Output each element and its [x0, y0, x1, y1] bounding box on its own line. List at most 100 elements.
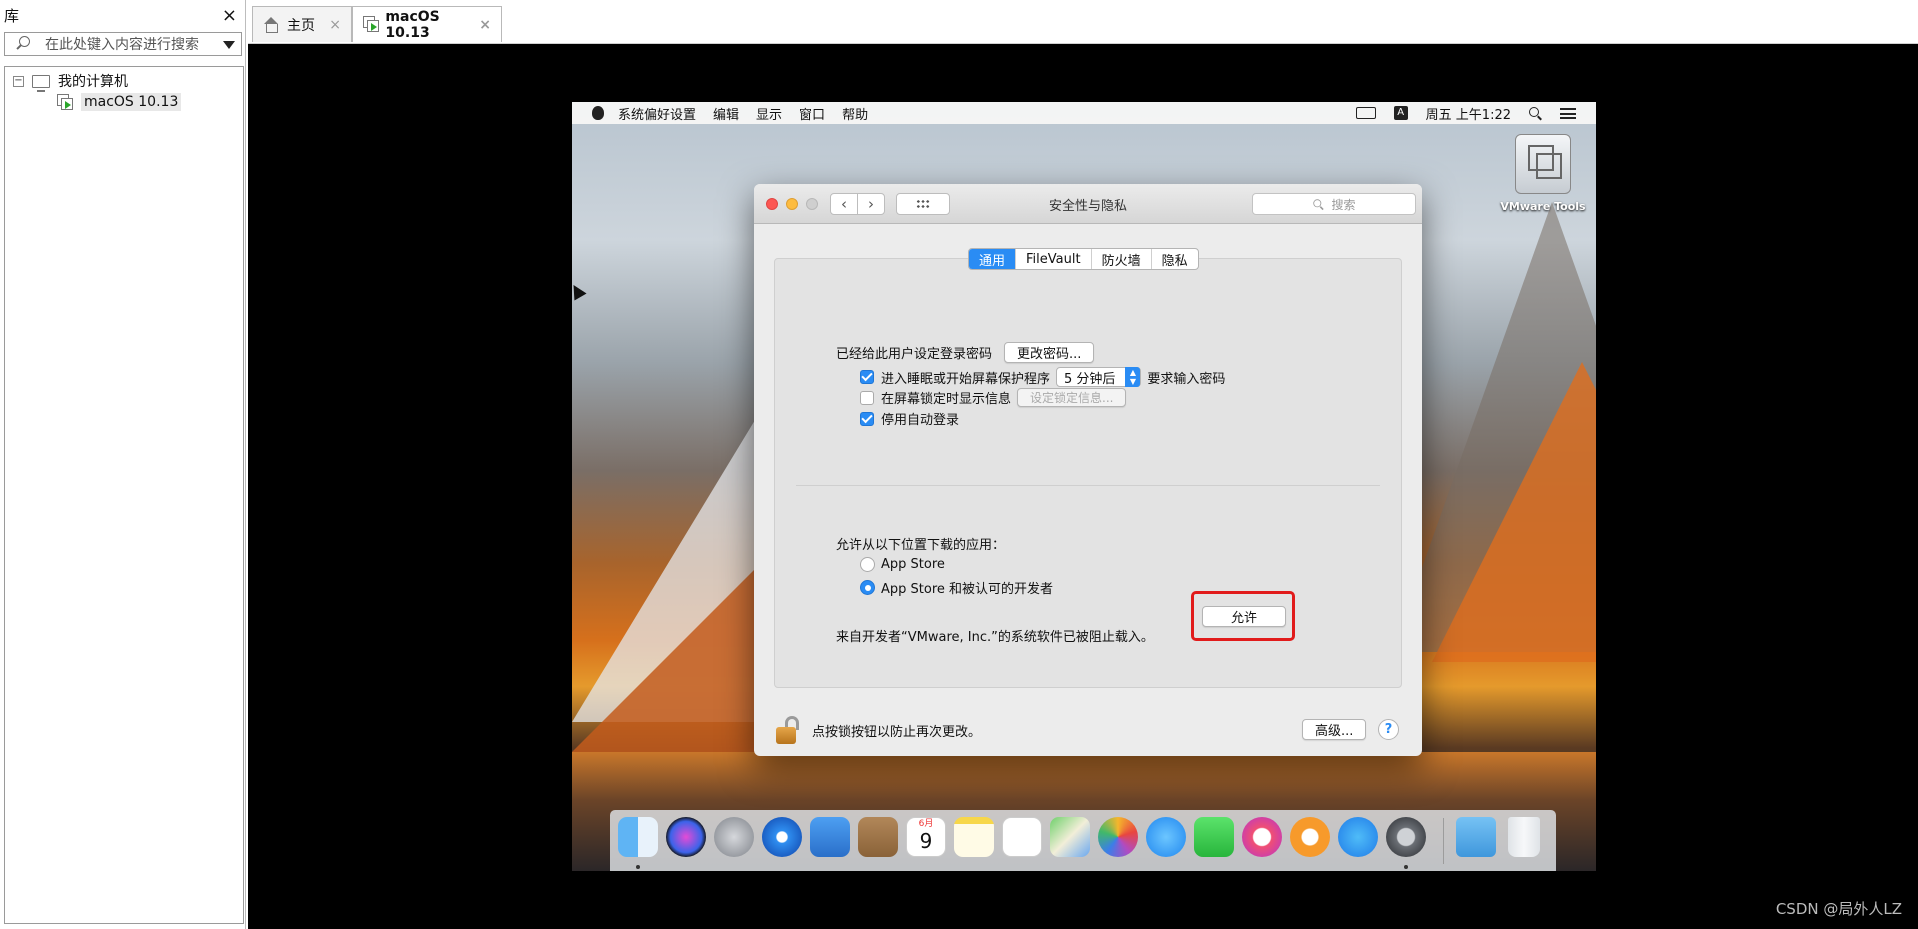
- menu-clock[interactable]: 周五 上午1:22: [1426, 104, 1511, 123]
- maps-icon[interactable]: [1050, 817, 1090, 857]
- search-icon: [15, 36, 31, 52]
- tab-privacy[interactable]: 隐私: [1152, 249, 1198, 269]
- search-icon: [1313, 198, 1324, 209]
- tree-item-label: macOS 10.13: [81, 93, 182, 111]
- dock: 6月 9: [610, 810, 1556, 871]
- allow-apps-label: 允许从以下位置下载的应用：: [836, 538, 1006, 553]
- tab-general[interactable]: 通用: [969, 249, 1017, 269]
- change-password-button[interactable]: 更改密码...: [1004, 342, 1095, 363]
- popup-arrows-icon: ▲ ▼: [1125, 367, 1141, 387]
- tree-item-label: 我的计算机: [58, 74, 128, 90]
- library-header: 库 ×: [0, 0, 245, 30]
- trash-icon[interactable]: [1508, 817, 1540, 857]
- library-close-button[interactable]: ×: [222, 5, 237, 26]
- prefs-search-input[interactable]: 搜索: [1252, 193, 1416, 215]
- radio-app-store-identified[interactable]: [860, 580, 875, 595]
- library-search-input[interactable]: 在此处键入内容进行搜索: [4, 32, 242, 56]
- library-title: 库: [4, 6, 20, 25]
- help-button[interactable]: ?: [1378, 719, 1399, 740]
- itunes-icon[interactable]: [1242, 817, 1282, 857]
- spotlight-icon[interactable]: [1529, 106, 1542, 120]
- notification-center-icon[interactable]: [1560, 107, 1576, 119]
- tree-item-my-computer[interactable]: − 我的计算机: [13, 71, 128, 92]
- wallpaper-shape: [1432, 362, 1596, 662]
- advanced-button[interactable]: 高级...: [1302, 719, 1367, 740]
- macos-desktop[interactable]: 系统偏好设置 编辑 显示 窗口 帮助 A 周五 上午1:22 VMware To…: [572, 102, 1596, 871]
- downloads-icon[interactable]: [1456, 817, 1496, 857]
- require-password-label: 进入睡眠或开始屏幕保护程序: [881, 371, 1051, 387]
- vm-running-icon: [363, 16, 379, 33]
- set-lock-message-button[interactable]: 设定锁定信息...: [1017, 388, 1127, 407]
- vm-running-icon: [57, 93, 74, 111]
- launchpad-icon[interactable]: [714, 817, 754, 857]
- library-panel: 库 × 在此处键入内容进行搜索 − 我的计算机 macOS 10.13: [0, 0, 246, 929]
- facetime-icon[interactable]: [1194, 817, 1234, 857]
- contacts-icon[interactable]: [858, 817, 898, 857]
- password-set-label: 已经给此用户设定登录密码: [836, 347, 993, 362]
- messages-icon[interactable]: [1146, 817, 1186, 857]
- notes-icon[interactable]: [954, 817, 994, 857]
- running-indicator: [636, 865, 640, 869]
- calendar-icon[interactable]: 6月 9: [906, 817, 946, 857]
- require-password-delay-select[interactable]: 5 分钟后 ▲ ▼: [1056, 367, 1142, 387]
- security-privacy-window: ‹ › 安全性与隐私 搜索 通用 FileVault 防火墙 隐私 已经给此用户…: [754, 184, 1422, 756]
- disable-autologin-checkbox[interactable]: [860, 411, 874, 426]
- safari-icon[interactable]: [762, 817, 802, 857]
- menu-window[interactable]: 窗口: [799, 104, 825, 123]
- collapse-icon[interactable]: −: [13, 75, 24, 87]
- window-titlebar[interactable]: ‹ › 安全性与隐私 搜索: [754, 184, 1422, 224]
- display-mirroring-icon[interactable]: [1355, 107, 1376, 119]
- lock-text: 点按锁按钮以防止再次更改。: [812, 724, 982, 740]
- require-password-suffix: 要求输入密码: [1147, 371, 1226, 387]
- menu-edit[interactable]: 编辑: [713, 104, 739, 123]
- mac-menu-bar: 系统偏好设置 编辑 显示 窗口 帮助 A 周五 上午1:22: [572, 102, 1596, 124]
- search-dropdown-icon[interactable]: [223, 41, 235, 49]
- general-pane: [774, 258, 1402, 688]
- apple-icon[interactable]: [592, 106, 604, 120]
- calendar-month: 6月: [918, 819, 934, 829]
- allow-button[interactable]: 允许: [1202, 606, 1286, 627]
- running-indicator: [1404, 865, 1408, 869]
- disk-image-icon: [1515, 134, 1571, 194]
- library-search-placeholder: 在此处键入内容进行搜索: [45, 37, 199, 53]
- lock-icon[interactable]: [776, 716, 802, 744]
- show-message-checkbox[interactable]: [860, 390, 874, 405]
- tree-item-macos[interactable]: macOS 10.13: [57, 93, 182, 111]
- dock-separator: [1443, 818, 1444, 864]
- calendar-day: 9: [919, 829, 933, 853]
- radio-app-store-identified-label: App Store 和被认可的开发者: [881, 582, 1054, 597]
- radio-app-store[interactable]: [860, 557, 875, 572]
- watermark-text: CSDN @局外人LZ: [1775, 900, 1902, 918]
- section-divider: [796, 485, 1380, 486]
- window-bottom-bar: 点按锁按钮以防止再次更改。 高级... ?: [754, 704, 1422, 756]
- menu-view[interactable]: 显示: [756, 104, 782, 123]
- prefs-tab-control: 通用 FileVault 防火墙 隐私: [968, 248, 1199, 270]
- system-preferences-icon[interactable]: [1386, 817, 1426, 857]
- show-message-label: 在屏幕锁定时显示信息: [881, 392, 1012, 407]
- tab-firewall[interactable]: 防火墙: [1092, 249, 1152, 269]
- tab-home[interactable]: 主页 ×: [252, 6, 352, 42]
- tab-label: 主页: [287, 17, 315, 34]
- tab-filevault[interactable]: FileVault: [1016, 249, 1092, 269]
- mail-icon[interactable]: [810, 817, 850, 857]
- tab-macos[interactable]: macOS 10.13 ×: [352, 6, 502, 42]
- tab-close-button[interactable]: ×: [479, 17, 491, 33]
- ibooks-icon[interactable]: [1290, 817, 1330, 857]
- reminders-icon[interactable]: [1002, 817, 1042, 857]
- delay-value: 5 分钟后: [1064, 371, 1116, 387]
- radio-app-store-label: App Store: [881, 557, 945, 572]
- siri-icon[interactable]: [666, 817, 706, 857]
- menu-help[interactable]: 帮助: [842, 104, 868, 123]
- menu-system-preferences[interactable]: 系统偏好设置: [618, 104, 696, 123]
- tab-label: macOS 10.13: [385, 8, 440, 41]
- require-password-checkbox[interactable]: [860, 370, 874, 384]
- library-tree: − 我的计算机 macOS 10.13: [4, 66, 244, 924]
- photos-icon[interactable]: [1098, 817, 1138, 857]
- desktop-icon-vmware-tools[interactable]: VMware Tools: [1498, 134, 1588, 213]
- tab-close-button[interactable]: ×: [329, 17, 341, 33]
- input-source-icon[interactable]: A: [1393, 106, 1408, 120]
- tab-bar: 主页 × macOS 10.13 ×: [248, 0, 1918, 44]
- app-store-icon[interactable]: [1338, 817, 1378, 857]
- desktop-icon-label: VMware Tools: [1500, 200, 1586, 213]
- finder-icon[interactable]: [618, 817, 658, 857]
